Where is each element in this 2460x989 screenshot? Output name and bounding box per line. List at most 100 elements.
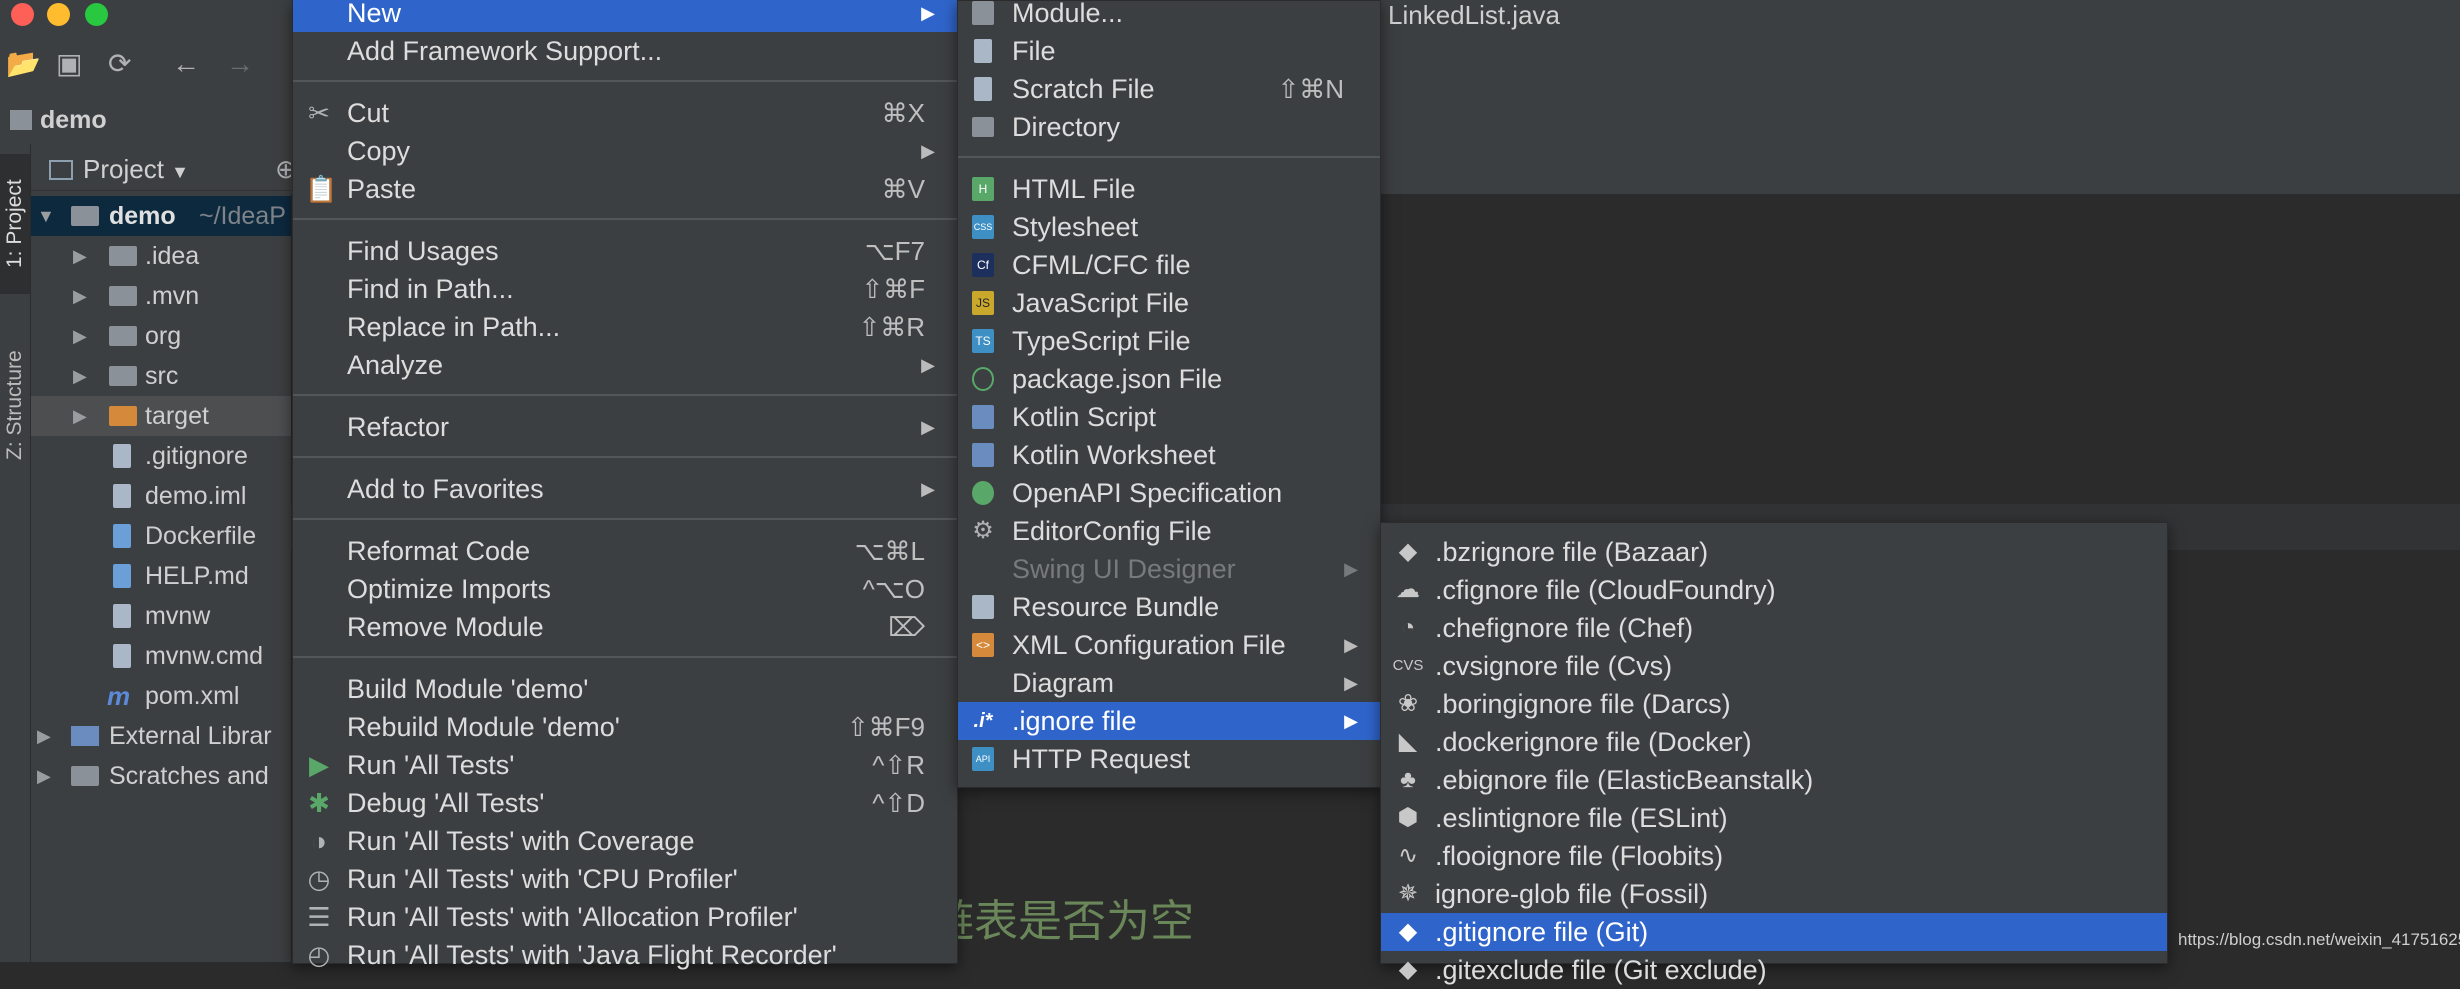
menu-item-analyze[interactable]: Analyze ▶	[293, 346, 957, 384]
menu-item-debug-all-tests[interactable]: ✱ Debug 'All Tests' ^⇧D	[293, 784, 957, 822]
menu-item-new-javascript-file[interactable]: JS JavaScript File	[958, 284, 1380, 322]
tree-item[interactable]: ▶ src	[31, 356, 291, 396]
project-context-menu: New ▶ Add Framework Support... ✂ Cut ⌘X …	[292, 0, 958, 970]
menu-item-replace-in-path[interactable]: Replace in Path... ⇧⌘R	[293, 308, 957, 346]
collapsed-arrow-icon[interactable]: ▶	[73, 316, 87, 356]
menu-item-new-file[interactable]: File	[958, 32, 1380, 70]
tree-item[interactable]: .gitignore	[31, 436, 291, 476]
menu-item-run-with-cpu-profiler[interactable]: ◷ Run 'All Tests' with 'CPU Profiler'	[293, 860, 957, 898]
tree-item[interactable]: ▶ org	[31, 316, 291, 356]
menu-item-cut[interactable]: ✂ Cut ⌘X	[293, 94, 957, 132]
text-file-icon	[113, 604, 131, 628]
menu-item-new-editorconfig[interactable]: ⚙ EditorConfig File	[958, 512, 1380, 550]
menu-item-new-http-request[interactable]: API HTTP Request	[958, 740, 1380, 778]
collapsed-arrow-icon[interactable]: ▶	[73, 276, 87, 316]
menu-item-refactor[interactable]: Refactor ▶	[293, 408, 957, 446]
menu-item-label: .flooignore file (Floobits)	[1435, 841, 1724, 871]
tab-structure[interactable]: Z: Structure	[0, 330, 30, 480]
menu-item-bzrignore[interactable]: ◆ .bzrignore file (Bazaar)	[1381, 533, 2167, 571]
menu-item-gitexclude[interactable]: ◆ .gitexclude file (Git exclude)	[1381, 951, 2167, 989]
menu-item-new-module[interactable]: Module...	[958, 0, 1380, 32]
tab-project[interactable]: 1: Project	[0, 154, 30, 294]
menu-item-ignore-glob[interactable]: ✵ ignore-glob file (Fossil)	[1381, 875, 2167, 913]
menu-item-new-kotlin-script[interactable]: Kotlin Script	[958, 398, 1380, 436]
tree-item-demo[interactable]: ▼ demo ~/IdeaP	[31, 196, 291, 236]
menu-item-new-ignore-file[interactable]: .i* .ignore file ▶	[958, 702, 1380, 740]
menu-item-run-with-allocation-profiler[interactable]: ☰ Run 'All Tests' with 'Allocation Profi…	[293, 898, 957, 936]
menu-item-new-xml-configuration[interactable]: <> XML Configuration File ▶	[958, 626, 1380, 664]
menu-item-new-directory[interactable]: Directory	[958, 108, 1380, 146]
menu-item-label: package.json File	[1012, 364, 1223, 394]
expand-arrow-icon[interactable]: ▼	[37, 196, 55, 236]
menu-item-new-openapi[interactable]: OpenAPI Specification	[958, 474, 1380, 512]
collapsed-arrow-icon[interactable]: ▶	[73, 356, 87, 396]
menu-item-new-scratch-file[interactable]: Scratch File ⇧⌘N	[958, 70, 1380, 108]
menu-item-new-stylesheet[interactable]: CSS Stylesheet	[958, 208, 1380, 246]
menu-item-run-with-flight-recorder[interactable]: ◴ Run 'All Tests' with 'Java Flight Reco…	[293, 936, 957, 974]
menu-item-label: HTTP Request	[1012, 744, 1191, 774]
menu-item-boringignore[interactable]: ❀ .boringignore file (Darcs)	[1381, 685, 2167, 723]
menu-item-rebuild-module[interactable]: Rebuild Module 'demo' ⇧⌘F9	[293, 708, 957, 746]
project-view-selector[interactable]: Project ▼	[49, 154, 189, 185]
collapsed-arrow-icon[interactable]: ▶	[73, 236, 87, 276]
tree-item[interactable]: mvnw.cmd	[31, 636, 291, 676]
menu-item-remove-module[interactable]: Remove Module ⌦	[293, 608, 957, 646]
back-arrow-icon[interactable]: ←	[172, 50, 200, 78]
menu-item-chefignore[interactable]: ◔ .chefignore file (Chef)	[1381, 609, 2167, 647]
menu-item-new-html-file[interactable]: H HTML File	[958, 170, 1380, 208]
forward-arrow-icon[interactable]: →	[226, 50, 254, 78]
tree-item[interactable]: ▶ Scratches and	[31, 756, 291, 796]
open-folder-icon[interactable]: 📂	[6, 50, 41, 78]
tree-item[interactable]: mvnw	[31, 596, 291, 636]
tree-item[interactable]: ▶ .idea	[31, 236, 291, 276]
menu-item-add-to-favorites[interactable]: Add to Favorites ▶	[293, 470, 957, 508]
menu-item-new[interactable]: New ▶	[293, 0, 957, 32]
menu-item-run-all-tests[interactable]: ▶ Run 'All Tests' ^⇧R	[293, 746, 957, 784]
menu-item-new-diagram[interactable]: Diagram ▶	[958, 664, 1380, 702]
menu-item-run-with-coverage[interactable]: ◑ Run 'All Tests' with Coverage	[293, 822, 957, 860]
menu-item-ebignore[interactable]: ♣ .ebignore file (ElasticBeanstalk)	[1381, 761, 2167, 799]
zoom-window-button[interactable]	[85, 3, 108, 26]
menu-item-reformat-code[interactable]: Reformat Code ⌥⌘L	[293, 532, 957, 570]
menu-item-build-module[interactable]: Build Module 'demo'	[293, 670, 957, 708]
menu-item-find-usages[interactable]: Find Usages ⌥F7	[293, 232, 957, 270]
menu-item-label: .cfignore file (CloudFoundry)	[1435, 575, 1776, 605]
collapsed-arrow-icon[interactable]: ▶	[73, 396, 87, 436]
menu-item-cfignore[interactable]: ☁ .cfignore file (CloudFoundry)	[1381, 571, 2167, 609]
tree-item[interactable]: HELP.md	[31, 556, 291, 596]
menu-separator	[293, 456, 957, 458]
menu-item-add-framework-support[interactable]: Add Framework Support...	[293, 32, 957, 70]
submenu-arrow-icon: ▶	[921, 417, 935, 437]
menu-item-optimize-imports[interactable]: Optimize Imports ^⌥O	[293, 570, 957, 608]
openapi-icon	[972, 481, 994, 505]
close-window-button[interactable]	[11, 3, 34, 26]
menu-item-flooignore[interactable]: ∿ .flooignore file (Floobits)	[1381, 837, 2167, 875]
menu-item-eslintignore[interactable]: ⬢ .eslintignore file (ESLint)	[1381, 799, 2167, 837]
module-icon	[972, 1, 994, 25]
collapsed-arrow-icon[interactable]: ▶	[37, 756, 51, 796]
tree-item[interactable]: ▶ .mvn	[31, 276, 291, 316]
menu-item-paste[interactable]: 📋 Paste ⌘V	[293, 170, 957, 208]
menu-item-new-kotlin-worksheet[interactable]: Kotlin Worksheet	[958, 436, 1380, 474]
menu-item-label: .gitexclude file (Git exclude)	[1435, 955, 1767, 985]
menu-item-cvsignore[interactable]: CVS .cvsignore file (Cvs)	[1381, 647, 2167, 685]
menu-item-dockerignore[interactable]: ◣ .dockerignore file (Docker)	[1381, 723, 2167, 761]
menu-item-new-package-json[interactable]: package.json File	[958, 360, 1380, 398]
menu-item-new-typescript-file[interactable]: TS TypeScript File	[958, 322, 1380, 360]
minimize-window-button[interactable]	[47, 3, 70, 26]
save-all-icon[interactable]: ▣	[56, 50, 82, 78]
tree-item[interactable]: ▶ target	[31, 396, 291, 436]
collapsed-arrow-icon[interactable]: ▶	[37, 716, 51, 756]
project-view-label: Project	[83, 154, 164, 184]
tree-item[interactable]: m pom.xml	[31, 676, 291, 716]
tree-item[interactable]: Dockerfile	[31, 516, 291, 556]
tree-item[interactable]: ▶ External Librar	[31, 716, 291, 756]
tree-item[interactable]: demo.iml	[31, 476, 291, 516]
menu-item-copy[interactable]: Copy ▶	[293, 132, 957, 170]
menu-item-new-cfml-file[interactable]: Cf CFML/CFC file	[958, 246, 1380, 284]
synchronize-icon[interactable]: ⟳	[108, 50, 131, 78]
menu-item-find-in-path[interactable]: Find in Path... ⇧⌘F	[293, 270, 957, 308]
menu-item-gitignore[interactable]: ◆ .gitignore file (Git)	[1381, 913, 2167, 951]
menu-item-new-resource-bundle[interactable]: Resource Bundle	[958, 588, 1380, 626]
breadcrumb[interactable]: demo	[10, 106, 107, 135]
